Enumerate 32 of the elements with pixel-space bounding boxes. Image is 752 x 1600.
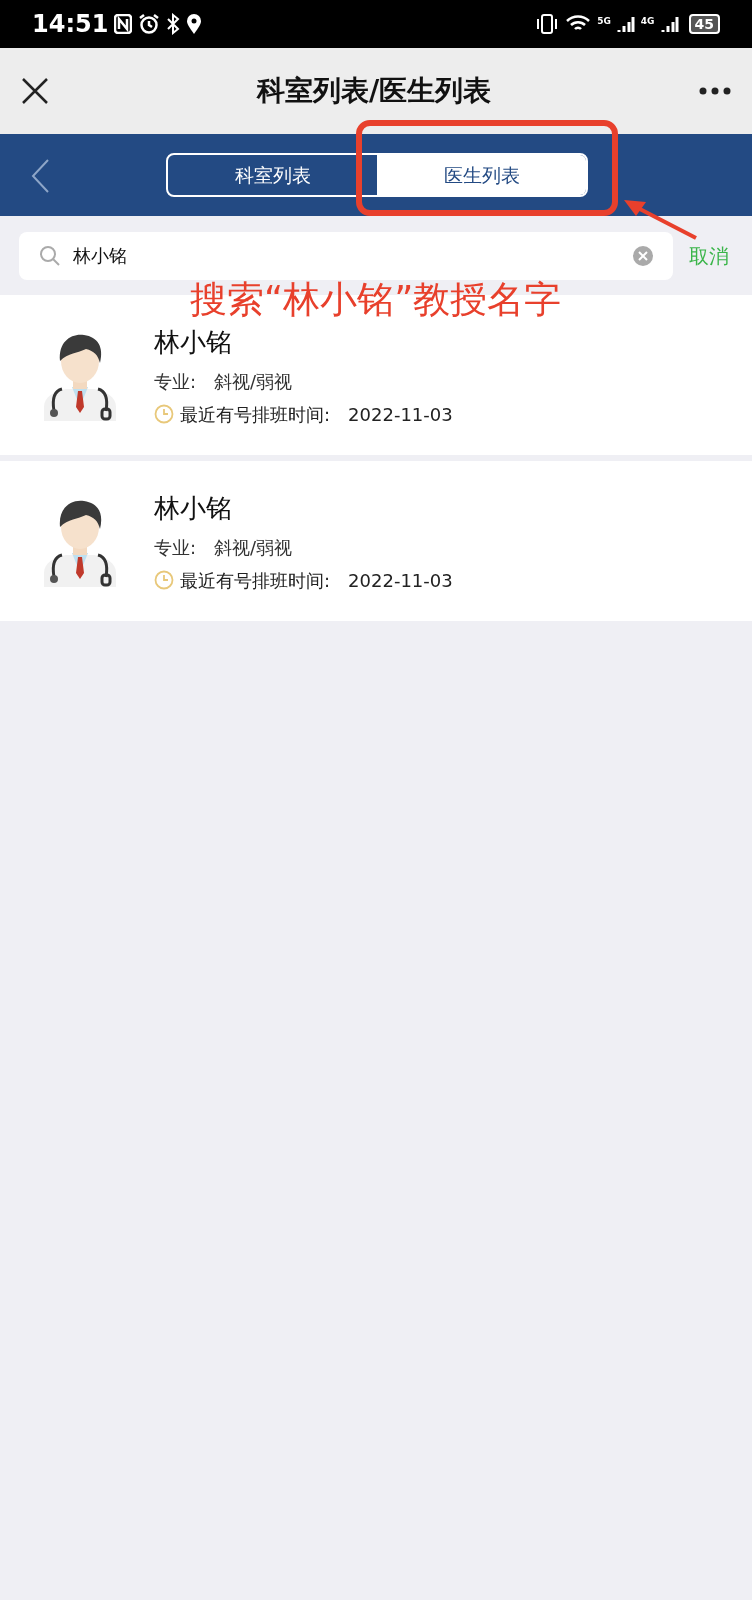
signal-icon [660,14,679,34]
schedule-date: 2022-11-03 [348,402,453,427]
doctor-name: 林小铭 [154,491,233,525]
back-icon[interactable] [30,158,50,194]
vibrate-icon [535,13,560,35]
doctor-card[interactable]: 林小铭 专业: 斜视/弱视 最近有号排班时间: 2022-11-03 [0,461,752,621]
network-label: 5G [597,15,611,28]
bluetooth-icon [166,13,181,35]
status-time: 14:51 [32,9,109,40]
more-icon[interactable] [698,86,732,96]
specialty-value: 斜视/弱视 [214,535,293,560]
specialty-value: 斜视/弱视 [214,369,293,394]
search-field[interactable]: 林小铭 [19,231,673,280]
specialty-label: 专业: [154,535,197,560]
doctor-name: 林小铭 [154,325,233,359]
schedule-label: 最近有号排班时间: [180,568,331,593]
search-icon [39,244,61,267]
clock-icon [154,404,174,424]
segment-tab[interactable]: 科室列表 [168,155,377,195]
page-title: 科室列表/医生列表 [256,73,492,109]
clock-icon [154,570,174,590]
close-icon[interactable] [20,76,50,106]
segment-tab[interactable]: 医生列表 [377,155,586,195]
network-label: 4G [640,15,655,28]
alarm-icon [138,13,161,35]
specialty-label: 专业: [154,369,197,394]
location-icon [186,13,203,35]
nfc-icon [114,14,133,34]
schedule-date: 2022-11-03 [348,568,453,593]
schedule-label: 最近有号排班时间: [180,402,331,427]
battery-level: 45 [688,14,720,34]
signal-icon [616,14,635,34]
